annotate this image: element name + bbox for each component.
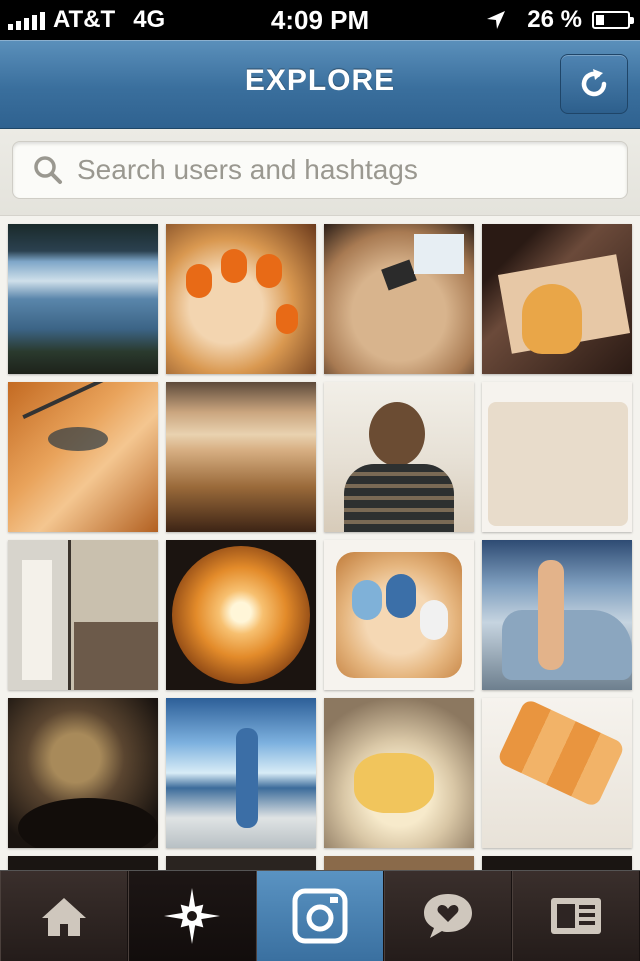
status-bar: AT&T 4G 4:09 PM 26 %: [0, 0, 640, 40]
photo-partial-4[interactable]: [482, 856, 632, 870]
search-box[interactable]: [12, 141, 628, 199]
tab-bar: [0, 870, 640, 961]
refresh-icon: [581, 69, 607, 97]
tab-news[interactable]: [384, 871, 512, 961]
photo-partial-3[interactable]: [324, 856, 474, 870]
photo-craft-desk[interactable]: [324, 224, 474, 374]
page-title: EXPLORE: [244, 64, 396, 97]
tab-camera[interactable]: [256, 871, 384, 961]
battery-fill: [596, 15, 604, 25]
photo-cartoon-screen[interactable]: [482, 224, 632, 374]
photo-dessert-plate[interactable]: [324, 698, 474, 848]
battery-icon: [592, 11, 634, 29]
photo-coastal-cliff-view[interactable]: [8, 224, 158, 374]
nav-header: EXPLORE: [0, 40, 640, 129]
photo-woman-by-car[interactable]: [482, 540, 632, 690]
tab-home[interactable]: [0, 871, 128, 961]
search-icon: [31, 153, 65, 187]
search-input[interactable]: [77, 154, 617, 186]
photo-abstract-shadow[interactable]: [8, 698, 158, 848]
tab-profile[interactable]: [512, 871, 640, 961]
status-right: 26 %: [485, 5, 634, 35]
photo-sun-fisheye[interactable]: [166, 540, 316, 690]
photo-partial-1[interactable]: [8, 856, 158, 870]
photo-partial-2[interactable]: [166, 856, 316, 870]
photo-blue-nail-art[interactable]: [324, 540, 474, 690]
speech-bubble-heart-icon: [424, 894, 472, 938]
location-arrow-icon: [487, 11, 506, 29]
camera-icon: [292, 888, 348, 944]
photo-beach-sunset-people[interactable]: [166, 382, 316, 532]
battery-percent: 26 %: [527, 6, 582, 33]
photo-fashion-collage[interactable]: [8, 540, 158, 690]
photo-face-sketch[interactable]: [8, 382, 158, 532]
tab-explore[interactable]: [128, 871, 256, 961]
search-bar-container: [0, 129, 640, 216]
photo-woman-waterfront[interactable]: [166, 698, 316, 848]
compass-star-icon: [164, 888, 220, 944]
refresh-button[interactable]: [560, 54, 628, 114]
photo-cupcakes-box[interactable]: [482, 382, 632, 532]
profile-card-icon: [551, 898, 601, 934]
photo-ladybug-nail-art[interactable]: [166, 224, 316, 374]
photo-grid: [0, 216, 640, 870]
photo-girl-portrait[interactable]: [324, 382, 474, 532]
photo-macarons-box[interactable]: [482, 698, 632, 848]
home-icon: [42, 898, 86, 936]
